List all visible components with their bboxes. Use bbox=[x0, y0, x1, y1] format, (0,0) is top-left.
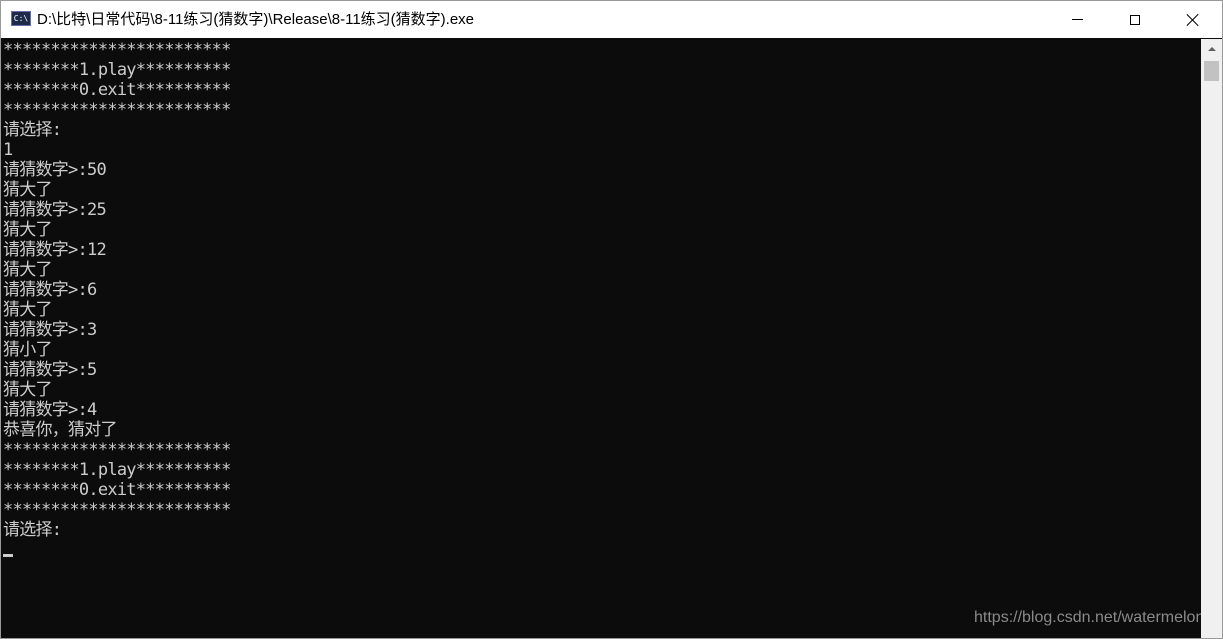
close-icon bbox=[1186, 13, 1200, 27]
console-line: 请猜数字>:50 bbox=[3, 160, 107, 180]
console-line: ********1.play********** bbox=[3, 460, 231, 480]
maximize-button[interactable] bbox=[1106, 1, 1164, 38]
maximize-icon bbox=[1130, 14, 1140, 25]
minimize-icon bbox=[1071, 19, 1083, 20]
console-line: 请选择: bbox=[3, 520, 62, 540]
console-line: ********0.exit********** bbox=[3, 80, 231, 100]
console-line: 恭喜你，猜对了 bbox=[3, 420, 117, 440]
console-window: C:\ D:\比特\日常代码\8-11练习(猜数字)\Release\8-11练… bbox=[0, 0, 1223, 639]
text-cursor bbox=[3, 554, 13, 557]
chevron-up-icon bbox=[1207, 46, 1216, 51]
console-line: 猜大了 bbox=[3, 180, 52, 200]
console-line: ********1.play********** bbox=[3, 60, 231, 80]
close-button[interactable] bbox=[1164, 1, 1222, 38]
console-line: ********0.exit********** bbox=[3, 480, 231, 500]
console-output[interactable]: https://blog.csdn.net/watermelon ********… bbox=[2, 39, 1201, 638]
console-line: 猜大了 bbox=[3, 260, 52, 280]
console-line: ************************ bbox=[3, 100, 231, 120]
console-line: 请猜数字>:12 bbox=[3, 240, 107, 260]
console-app-icon[interactable]: C:\ bbox=[11, 11, 31, 26]
console-line: 请猜数字>:5 bbox=[3, 360, 97, 380]
console-line: 请猜数字>:4 bbox=[3, 400, 97, 420]
console-line: 猜大了 bbox=[3, 220, 52, 240]
console-line: 1 bbox=[3, 140, 13, 160]
console-line: ************************ bbox=[3, 440, 231, 460]
console-line: 请猜数字>:6 bbox=[3, 280, 97, 300]
console-line: 请猜数字>:3 bbox=[3, 320, 97, 340]
console-line: 猜小了 bbox=[3, 340, 52, 360]
window-title: D:\比特\日常代码\8-11练习(猜数字)\Release\8-11练习(猜数… bbox=[37, 11, 475, 28]
vertical-scrollbar[interactable] bbox=[1201, 39, 1222, 638]
scroll-up-button[interactable] bbox=[1201, 39, 1222, 58]
minimize-button[interactable] bbox=[1048, 1, 1106, 38]
console-line: 请选择: bbox=[3, 120, 62, 140]
console-line: 请猜数字>:25 bbox=[3, 200, 107, 220]
console-line: ************************ bbox=[3, 40, 231, 60]
title-bar[interactable]: C:\ D:\比特\日常代码\8-11练习(猜数字)\Release\8-11练… bbox=[1, 1, 1222, 38]
watermark: https://blog.csdn.net/watermelon bbox=[974, 609, 1201, 626]
console-line: 猜大了 bbox=[3, 300, 52, 320]
scroll-thumb[interactable] bbox=[1204, 61, 1219, 81]
console-line: ************************ bbox=[3, 500, 231, 520]
console-line: 猜大了 bbox=[3, 380, 52, 400]
